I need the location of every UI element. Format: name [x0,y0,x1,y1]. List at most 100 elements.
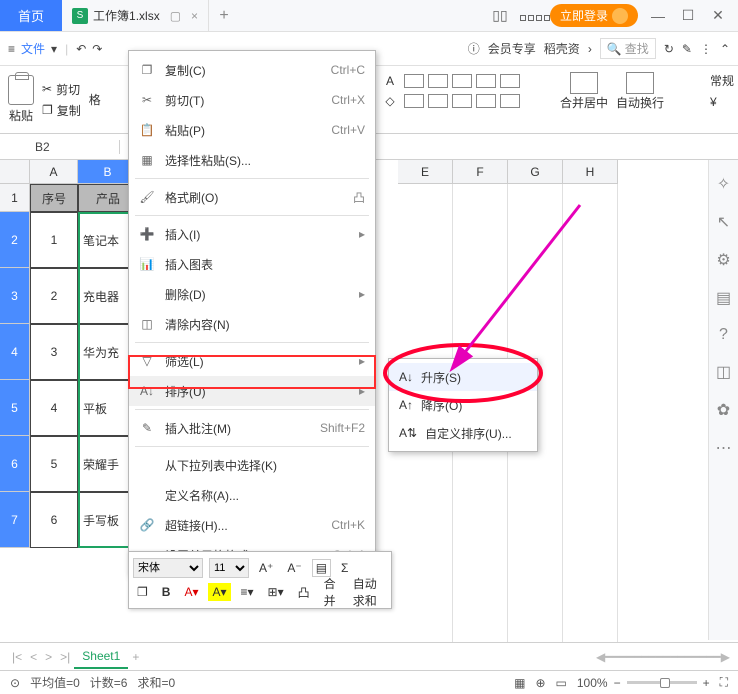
overflow-icon[interactable]: ⋮ [700,42,712,56]
minimize-button[interactable]: — [648,8,668,24]
resource-icon[interactable]: ◫ [716,362,731,382]
settings-icon[interactable]: ⚙ [716,250,730,270]
row-6[interactable]: 6 [0,436,30,492]
mini-autosum-button[interactable]: 自动求和 [349,573,387,611]
merge-center-button[interactable]: 合并居中 [560,72,608,111]
row-7[interactable]: 7 [0,492,30,548]
name-box[interactable]: B2 [0,140,120,154]
help-icon[interactable]: ⓘ [468,40,480,57]
mini-size-select[interactable]: 11 [209,558,249,578]
assistant-icon[interactable]: ✧ [717,174,730,194]
font-shrink-button[interactable]: A⁻ [283,559,305,577]
row-4[interactable]: 4 [0,324,30,380]
dropdown-icon[interactable]: ▾ [51,42,57,56]
menu-toggle-icon[interactable]: ≡ [8,42,15,56]
align-top[interactable] [404,74,424,88]
font-color-button[interactable]: A [380,74,400,88]
help-side-icon[interactable]: ? [719,326,728,344]
collapse-icon[interactable]: ⌃ [720,42,730,56]
view-layout-icon[interactable]: ▭ [556,676,567,690]
sort-custom[interactable]: A⇅自定义排序(U)... [389,419,537,447]
mini-copy-button[interactable]: ❐ [133,583,152,601]
row-3[interactable]: 3 [0,268,30,324]
mini-format-button[interactable]: 凸 [294,582,314,603]
fill-color-button[interactable]: ◇ [380,94,400,108]
sheet-first-button[interactable]: |< [12,650,22,664]
cell-A4[interactable]: 3 [30,324,78,380]
row-5[interactable]: 5 [0,380,30,436]
mini-fill-button[interactable]: A▾ [208,583,230,601]
properties-icon[interactable]: ▤ [716,288,731,308]
select-tool-icon[interactable]: ↖ [717,212,730,232]
copy-button[interactable]: ❐ 复制 [42,102,81,119]
sort-ascending[interactable]: A↓升序(S) [389,363,537,391]
cell-A5[interactable]: 4 [30,380,78,436]
paste-button[interactable]: 粘贴 [8,75,34,124]
maximize-button[interactable]: ☐ [678,7,698,24]
ctx-comment[interactable]: ✎插入批注(M)Shift+F2 [129,413,375,443]
cell-A6[interactable]: 5 [30,436,78,492]
more-side-icon[interactable]: ⋯ [716,438,732,458]
select-all-corner[interactable] [0,160,30,184]
col-H[interactable]: H [563,160,618,184]
align-bot[interactable] [452,74,472,88]
sort-descending[interactable]: A↑降序(O) [389,391,537,419]
layout-icon[interactable]: ▯▯ [490,7,510,24]
ctx-format-painter[interactable]: 🖌格式刷(O)凸 [129,182,375,212]
new-tab-button[interactable]: + [209,7,239,25]
member-menu[interactable]: 会员专享 [488,40,536,57]
ctx-clear[interactable]: ◫清除内容(N) [129,309,375,339]
mini-bold-button[interactable]: B [158,583,175,601]
font-grow-button[interactable]: A⁺ [255,559,277,577]
indent-dec[interactable] [476,74,496,88]
zoom-out-button[interactable]: − [614,676,621,690]
col-G[interactable]: G [508,160,563,184]
more-icon[interactable]: › [588,42,592,56]
home-tab[interactable]: 首页 [0,0,62,31]
ctx-paste[interactable]: 📋粘贴(P)Ctrl+V [129,115,375,145]
undo-button[interactable]: ↶ [76,42,86,56]
indent-inc[interactable] [500,74,520,88]
auto-wrap-button[interactable]: 自动换行 [616,72,664,111]
orient-btn[interactable] [500,94,520,108]
pin-icon[interactable]: ▢ [170,9,181,23]
ctx-dropdown-select[interactable]: 从下拉列表中选择(K) [129,450,375,480]
record-icon[interactable]: ⊙ [10,676,20,690]
ctx-insert[interactable]: ➕插入(I)▸ [129,219,375,249]
col-A[interactable]: A [30,160,78,184]
view-page-icon[interactable]: ⊕ [535,676,545,690]
close-window-button[interactable]: ✕ [708,7,728,24]
cell-A2[interactable]: 1 [30,212,78,268]
col-H-cells[interactable] [563,184,618,644]
apps-icon[interactable] [520,8,540,24]
zoom-control[interactable]: 100% − + [577,676,710,690]
ctx-insert-chart[interactable]: 📊插入图表 [129,249,375,279]
ctx-copy[interactable]: ❐复制(C)Ctrl+C [129,55,375,85]
ctx-cut[interactable]: ✂剪切(T)Ctrl+X [129,85,375,115]
row-2[interactable]: 2 [0,212,30,268]
zoom-slider[interactable] [627,681,697,684]
cell-A7[interactable]: 6 [30,492,78,548]
zoom-in-button[interactable]: + [703,676,710,690]
cut-button[interactable]: ✂ 剪切 [42,81,81,98]
file-menu[interactable]: 文件 [21,40,45,57]
col-F[interactable]: F [453,160,508,184]
ctx-filter[interactable]: ▽筛选(L)▸ [129,346,375,376]
align-mid[interactable] [428,74,448,88]
cell-A1[interactable]: 序号 [30,184,78,212]
fullscreen-icon[interactable]: ⛶ [720,675,728,690]
sheet-prev-button[interactable]: < [30,650,37,664]
ctx-sort[interactable]: A↓排序(U)▸ [129,376,375,406]
row-headers[interactable]: 1 2 3 4 5 6 7 [0,184,30,548]
ctx-hyperlink[interactable]: 🔗超链接(H)...Ctrl+K [129,510,375,540]
close-tab-icon[interactable]: × [191,9,198,23]
fill-btn[interactable] [476,94,496,108]
login-button[interactable]: 立即登录 [550,4,638,27]
mini-border-button[interactable]: ⊞▾ [264,583,288,601]
search-input[interactable]: 🔍 查找 [600,38,656,59]
row-1[interactable]: 1 [0,184,30,212]
col-E[interactable]: E [398,160,453,184]
sheet-tab-1[interactable]: Sheet1 [74,645,128,669]
hscroll[interactable]: ◀━━━━━━━━━━━━━━━━▶ [596,650,730,664]
add-sheet-button[interactable]: + [132,650,139,664]
